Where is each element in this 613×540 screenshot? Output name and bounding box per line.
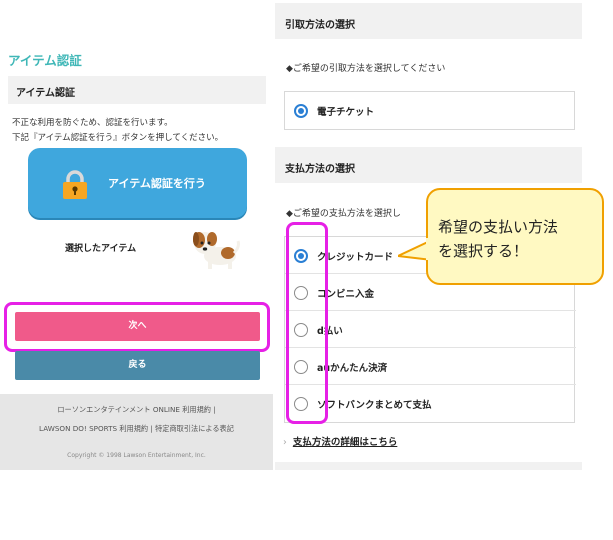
payment-option-d-barai[interactable]: d払い: [285, 311, 576, 348]
payment-radio-highlight: [286, 222, 328, 424]
payment-details-link-label: 支払方法の詳細はこちら: [292, 437, 398, 448]
selected-item-label: 選択したアイテム: [65, 244, 137, 254]
chevron-right-icon: ›: [283, 437, 287, 448]
pickup-method-header: 引取方法の選択: [275, 3, 582, 39]
payment-option-au-easy-payment[interactable]: auかんたん決済: [285, 348, 576, 385]
pickup-method-options: 電子チケット: [284, 91, 575, 130]
payment-details-link[interactable]: › 支払方法の詳細はこちら: [283, 434, 397, 448]
subheader-label: アイテム認証: [16, 88, 75, 99]
description-line: 下記『アイテム認証を行う』ボタンを押してください。: [12, 133, 224, 143]
next-button[interactable]: 次へ: [15, 312, 260, 341]
callout-line: 希望の支払い方法: [438, 218, 559, 236]
back-button[interactable]: 戻る: [15, 351, 260, 380]
lock-icon: [63, 170, 87, 199]
description-line: 不正な利用を防ぐため、認証を行います。: [12, 118, 173, 128]
footer-links-line2[interactable]: LAWSON DO! SPORTS 利用規約 | 特定商取引法による表記: [0, 424, 273, 434]
payment-option-label: ソフトバンクまとめて支払: [317, 400, 432, 411]
payment-option-softbank[interactable]: ソフトバンクまとめて支払: [285, 385, 576, 422]
pickup-option-eticket[interactable]: 電子チケット: [285, 92, 576, 129]
section-title: アイテム認証: [8, 53, 82, 68]
footer-links-line1[interactable]: ローソンエンタテインメント ONLINE 利用規約 |: [0, 405, 273, 415]
section-divider: [275, 462, 582, 470]
payment-option-label: クレジットカード: [317, 252, 394, 263]
radio-selected-icon[interactable]: [294, 104, 308, 118]
instruction-callout-text: 希望の支払い方法 を選択する！: [438, 215, 558, 263]
item-auth-button[interactable]: アイテム認証を行う: [28, 148, 247, 218]
callout-pointer-joint: [426, 238, 432, 260]
item-auth-panel: アイテム認証 アイテム認証 不正な利用を防ぐため、認証を行います。 下記『アイテ…: [0, 0, 273, 470]
payment-method-header: 支払方法の選択: [275, 147, 582, 183]
footer-copyright: Copyright © 1998 Lawson Entertainment, I…: [67, 452, 206, 459]
back-button-label: 戻る: [128, 360, 147, 370]
next-button-label: 次へ: [128, 321, 147, 331]
description: 不正な利用を防ぐため、認証を行います。 下記『アイテム認証を行う』ボタンを押して…: [12, 116, 223, 146]
callout-line: を選択する！: [438, 242, 529, 260]
pickup-method-prompt: ◆ご希望の引取方法を選択してください: [286, 64, 446, 74]
pickup-option-label: 電子チケット: [317, 107, 375, 118]
footer: ローソンエンタテインメント ONLINE 利用規約 | LAWSON DO! S…: [0, 394, 273, 470]
pickup-method-heading: 引取方法の選択: [285, 20, 355, 31]
dog-illustration: [193, 232, 240, 269]
payment-method-prompt: ◆ご希望の支払方法を選択し: [286, 209, 401, 219]
payment-method-heading: 支払方法の選択: [285, 164, 355, 175]
item-auth-button-label: アイテム認証を行う: [108, 177, 206, 190]
subheader: アイテム認証: [8, 76, 266, 104]
